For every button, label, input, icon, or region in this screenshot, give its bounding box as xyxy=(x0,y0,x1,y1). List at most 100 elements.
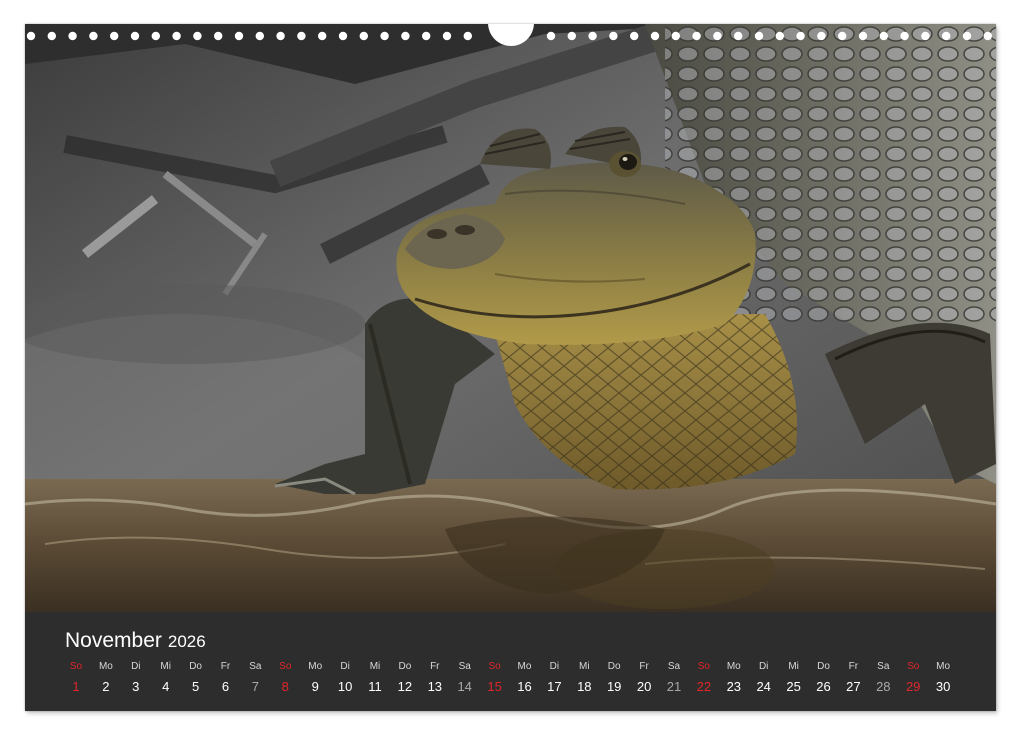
binding-hole xyxy=(297,31,306,41)
binding-hole xyxy=(609,31,618,41)
day-number: 15 xyxy=(487,679,502,694)
binding-hole xyxy=(442,31,452,41)
weekday-label: Mo xyxy=(517,661,532,672)
day-cell: Di 17 xyxy=(539,660,569,695)
day-number: 2 xyxy=(102,679,110,694)
day-cell: So 8 xyxy=(270,660,300,695)
day-cell: So 1 xyxy=(61,660,91,695)
day-number: 8 xyxy=(281,679,289,694)
year: 2026 xyxy=(167,632,206,651)
day-number: 3 xyxy=(132,679,140,694)
binding-hole xyxy=(921,31,930,41)
binding-hole xyxy=(588,31,597,41)
day-number: 9 xyxy=(311,679,319,694)
day-number: 29 xyxy=(905,679,921,694)
binding-hole xyxy=(962,31,972,41)
binding-hole xyxy=(650,31,660,41)
weekday-label: So xyxy=(907,661,920,672)
binding-hole xyxy=(692,31,701,41)
day-cell: Mo 23 xyxy=(719,660,749,695)
day-cell: Sa 14 xyxy=(450,660,480,695)
binding-hole xyxy=(276,31,285,41)
binding-hole xyxy=(754,31,764,41)
day-cell: Mo 16 xyxy=(510,660,540,695)
day-cell: Sa 21 xyxy=(659,660,689,695)
binding-hole xyxy=(255,31,264,41)
binding-hole xyxy=(983,31,992,41)
binding-hole xyxy=(89,31,98,41)
weekday-label: Sa xyxy=(458,661,471,672)
binding-hole xyxy=(318,31,327,41)
day-number: 28 xyxy=(876,679,891,694)
binding-hole xyxy=(463,31,472,41)
day-cell: Mi 11 xyxy=(360,660,390,695)
day-number: 14 xyxy=(457,679,472,694)
weekday-label: So xyxy=(697,661,710,672)
weekday-label: Fr xyxy=(639,661,649,672)
day-cell: Mo 30 xyxy=(928,660,958,695)
day-number: 23 xyxy=(726,679,742,694)
day-cell: So 22 xyxy=(689,660,719,695)
binding-hole xyxy=(838,31,847,41)
weekday-label: Di xyxy=(131,661,141,672)
binding-hole xyxy=(858,31,868,41)
day-number: 18 xyxy=(577,679,592,694)
weekday-label: So xyxy=(488,661,501,672)
binding-hole xyxy=(775,31,784,41)
day-cell: Di 10 xyxy=(330,660,360,695)
day-number: 11 xyxy=(368,679,382,694)
weekday-label: Sa xyxy=(249,661,262,672)
weekday-label: Do xyxy=(398,661,412,672)
day-cell: Do 5 xyxy=(181,660,211,695)
day-number: 4 xyxy=(162,679,170,694)
binding-hole xyxy=(900,31,909,41)
day-number: 19 xyxy=(606,679,622,694)
binding-hole xyxy=(879,31,888,41)
day-number: 16 xyxy=(517,679,532,694)
binding-hole xyxy=(338,31,348,41)
month-title: November 2026 xyxy=(65,629,206,653)
day-number: 20 xyxy=(636,679,652,694)
day-number: 25 xyxy=(786,679,801,694)
calendar-bar: November 2026 So 1 Mo 2 Di 3 Mi 4 Do 5 Fr 6 Sa 7 So 8 Mo 9… xyxy=(25,612,996,711)
day-number: 13 xyxy=(427,679,443,694)
weekday-label: So xyxy=(69,661,83,672)
day-cell: So 29 xyxy=(898,660,928,695)
weekday-label: Mi xyxy=(579,661,590,672)
caiman-photo xyxy=(25,24,996,612)
weekday-label: Di xyxy=(340,661,350,672)
binding-hole xyxy=(567,31,576,41)
binding-hole xyxy=(130,31,140,41)
binding-hole xyxy=(942,31,951,41)
weekday-label: Fr xyxy=(848,661,859,672)
day-number: 1 xyxy=(72,679,80,694)
day-cell: Mi 25 xyxy=(779,660,809,695)
day-number: 7 xyxy=(251,679,259,694)
weekday-label: Fr xyxy=(430,661,440,672)
weekday-label: Di xyxy=(758,661,769,672)
month-name: November xyxy=(65,629,162,652)
binding-hole xyxy=(546,31,556,41)
binding-hole xyxy=(734,31,743,41)
day-number: 27 xyxy=(846,679,861,694)
binding-hole xyxy=(713,31,722,41)
day-cell: So 15 xyxy=(480,660,510,695)
day-number: 21 xyxy=(666,679,682,694)
weekday-label: Di xyxy=(549,661,560,672)
day-number: 6 xyxy=(221,679,230,694)
weekday-label: Do xyxy=(817,661,830,672)
day-cell: Mo 2 xyxy=(91,660,121,695)
weekday-label: Mo xyxy=(936,661,951,672)
weekday-label: Mo xyxy=(98,661,113,672)
weekday-label: Do xyxy=(607,661,621,672)
weekday-label: Mo xyxy=(726,661,741,672)
day-cell: Do 12 xyxy=(390,660,420,695)
day-number: 24 xyxy=(756,679,771,694)
binding-hole xyxy=(401,31,410,41)
day-cell: Di 24 xyxy=(749,660,779,695)
binding-hole xyxy=(68,31,77,41)
day-cell: Fr 6 xyxy=(211,660,241,695)
day-cell: Di 3 xyxy=(121,660,151,695)
weekday-label: So xyxy=(279,661,292,672)
binding-hole xyxy=(796,31,805,41)
